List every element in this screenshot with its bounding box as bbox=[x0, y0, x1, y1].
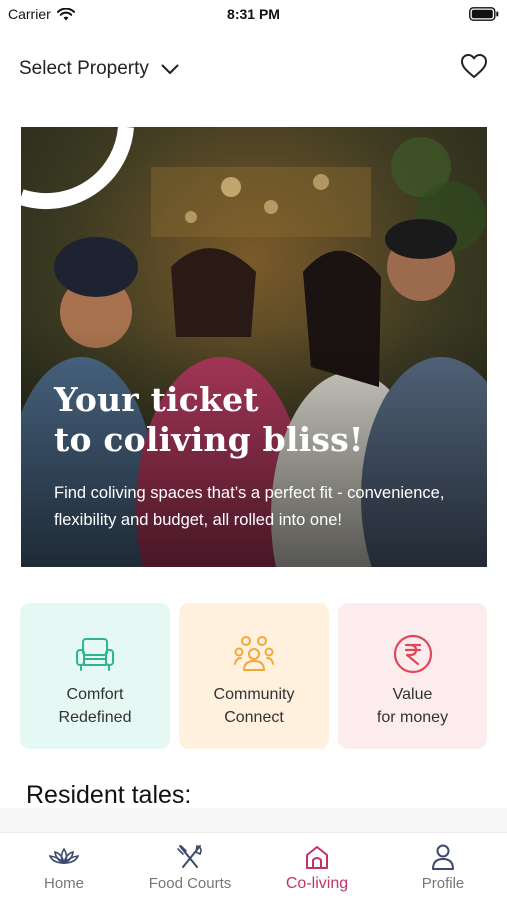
tab-food-courts[interactable]: Food Courts bbox=[127, 833, 253, 900]
feature-value-line2: for money bbox=[376, 709, 449, 726]
feature-value-line1: Value bbox=[392, 686, 433, 703]
feature-label-comfort: Comfort Redefined bbox=[59, 683, 132, 729]
sofa-icon bbox=[76, 638, 114, 671]
feature-comfort-line1: Comfort bbox=[66, 686, 124, 703]
tab-profile[interactable]: Profile bbox=[380, 833, 506, 900]
feature-label-value: Value for money bbox=[377, 683, 448, 729]
feature-label-community: Community Connect bbox=[214, 683, 295, 729]
house-icon bbox=[306, 846, 328, 869]
lotus-icon bbox=[49, 847, 79, 865]
header: Select Property bbox=[0, 40, 507, 100]
feature-card-value[interactable]: Value for money bbox=[338, 603, 487, 749]
tab-home-label: Home bbox=[43, 875, 84, 892]
fork-knife-icon bbox=[177, 844, 202, 868]
resident-tales-title: Resident tales: bbox=[26, 781, 192, 809]
select-property-dropdown[interactable]: Select Property bbox=[19, 58, 179, 80]
battery-icon bbox=[469, 7, 499, 21]
rupee-icon bbox=[393, 634, 432, 674]
hero-subtitle: Find coliving spaces that’s a perfect fi… bbox=[54, 484, 445, 529]
tab-food-courts-label: Food Courts bbox=[148, 875, 232, 892]
feature-cards: Comfort Redefined Community Connect Valu… bbox=[20, 603, 487, 749]
feature-card-community[interactable]: Community Connect bbox=[179, 603, 329, 749]
status-time: 8:31 PM bbox=[227, 6, 280, 22]
feature-comfort-line2: Redefined bbox=[58, 709, 132, 726]
person-icon bbox=[432, 844, 454, 870]
feature-community-line2: Connect bbox=[224, 709, 284, 726]
community-icon bbox=[234, 636, 274, 671]
select-property-label: Select Property bbox=[19, 58, 149, 79]
tab-home[interactable]: Home bbox=[1, 833, 127, 900]
status-right bbox=[469, 7, 499, 24]
feature-community-line1: Community bbox=[213, 686, 295, 703]
chevron-down-icon bbox=[161, 64, 179, 74]
hero-title-line2: to coliving bliss! bbox=[54, 420, 364, 459]
bottom-tab-bar: Home Food Courts Co-living Profile bbox=[0, 832, 507, 900]
hero-banner[interactable]: Your ticket to coliving bliss! Find coli… bbox=[21, 127, 487, 567]
tab-co-living[interactable]: Co-living bbox=[254, 833, 380, 900]
status-bar: Carrier 8:31 PM bbox=[0, 0, 507, 28]
hero-title: Your ticket to coliving bliss! bbox=[54, 380, 364, 460]
favorites-button[interactable] bbox=[459, 51, 489, 81]
tab-profile-label: Profile bbox=[421, 875, 465, 892]
feature-card-comfort[interactable]: Comfort Redefined bbox=[20, 603, 170, 749]
tab-co-living-label: Co-living bbox=[285, 875, 349, 892]
heart-icon bbox=[461, 54, 487, 78]
hero-title-line1: Your ticket bbox=[54, 380, 259, 419]
app-screen: Carrier 8:31 PM Select Property Your tic… bbox=[0, 0, 507, 900]
